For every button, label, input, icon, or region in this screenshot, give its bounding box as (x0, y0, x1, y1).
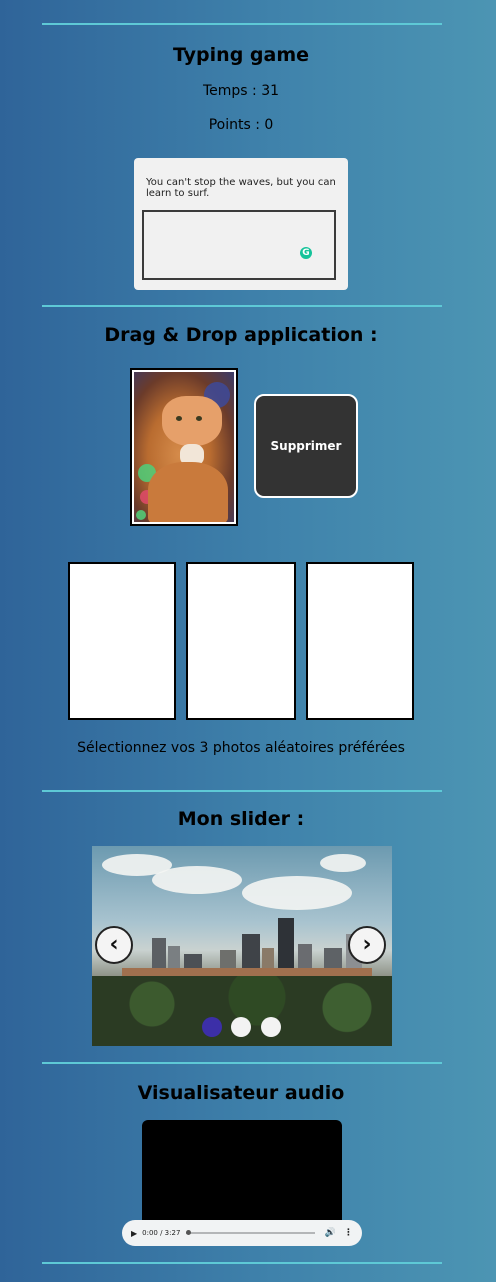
typing-input[interactable]: G (142, 210, 336, 280)
divider (42, 1062, 442, 1064)
divider (42, 1262, 442, 1264)
slider-prev-icon[interactable]: ‹ (95, 926, 133, 964)
image-slider: ‹ › (92, 846, 392, 1046)
points-label: Points : 0 (208, 117, 274, 133)
timer-label: Temps : 31 (202, 83, 280, 99)
volume-icon[interactable]: 🔊 (325, 1228, 336, 1238)
audio-title: Visualisateur audio (137, 1082, 345, 1104)
audio-progress-bar[interactable] (186, 1230, 315, 1235)
draggable-cat-photo[interactable] (130, 368, 238, 526)
cat-image (134, 372, 234, 522)
slider-next-icon[interactable]: › (348, 926, 386, 964)
divider (42, 305, 442, 307)
audio-time: 0:00 / 3:27 (142, 1229, 181, 1237)
divider (42, 790, 442, 792)
photo-drop-slot-1[interactable] (68, 562, 176, 720)
delete-button[interactable]: Supprimer (254, 394, 358, 498)
photo-drop-slot-3[interactable] (306, 562, 414, 720)
more-options-icon[interactable]: ⋮ (344, 1228, 353, 1238)
slider-dot-2[interactable] (231, 1017, 251, 1037)
slider-title: Mon slider : (177, 808, 305, 830)
drag-drop-caption: Sélectionnez vos 3 photos aléatoires pré… (77, 740, 405, 756)
typing-sentence: You can't stop the waves, but you can le… (146, 177, 336, 199)
delete-button-label: Supprimer (270, 439, 342, 453)
typing-game-title: Typing game (172, 44, 310, 66)
divider (42, 23, 442, 25)
play-icon[interactable]: ▶ (131, 1229, 137, 1238)
audio-visualizer (142, 1120, 342, 1224)
photo-drop-slot-2[interactable] (186, 562, 296, 720)
typing-card: You can't stop the waves, but you can le… (134, 158, 348, 290)
slider-dot-1[interactable] (202, 1017, 222, 1037)
slider-dot-3[interactable] (261, 1017, 281, 1037)
drag-drop-title: Drag & Drop application : (104, 324, 378, 346)
audio-player: ▶ 0:00 / 3:27 🔊 ⋮ (122, 1220, 362, 1246)
grammar-check-icon[interactable]: G (300, 247, 312, 259)
